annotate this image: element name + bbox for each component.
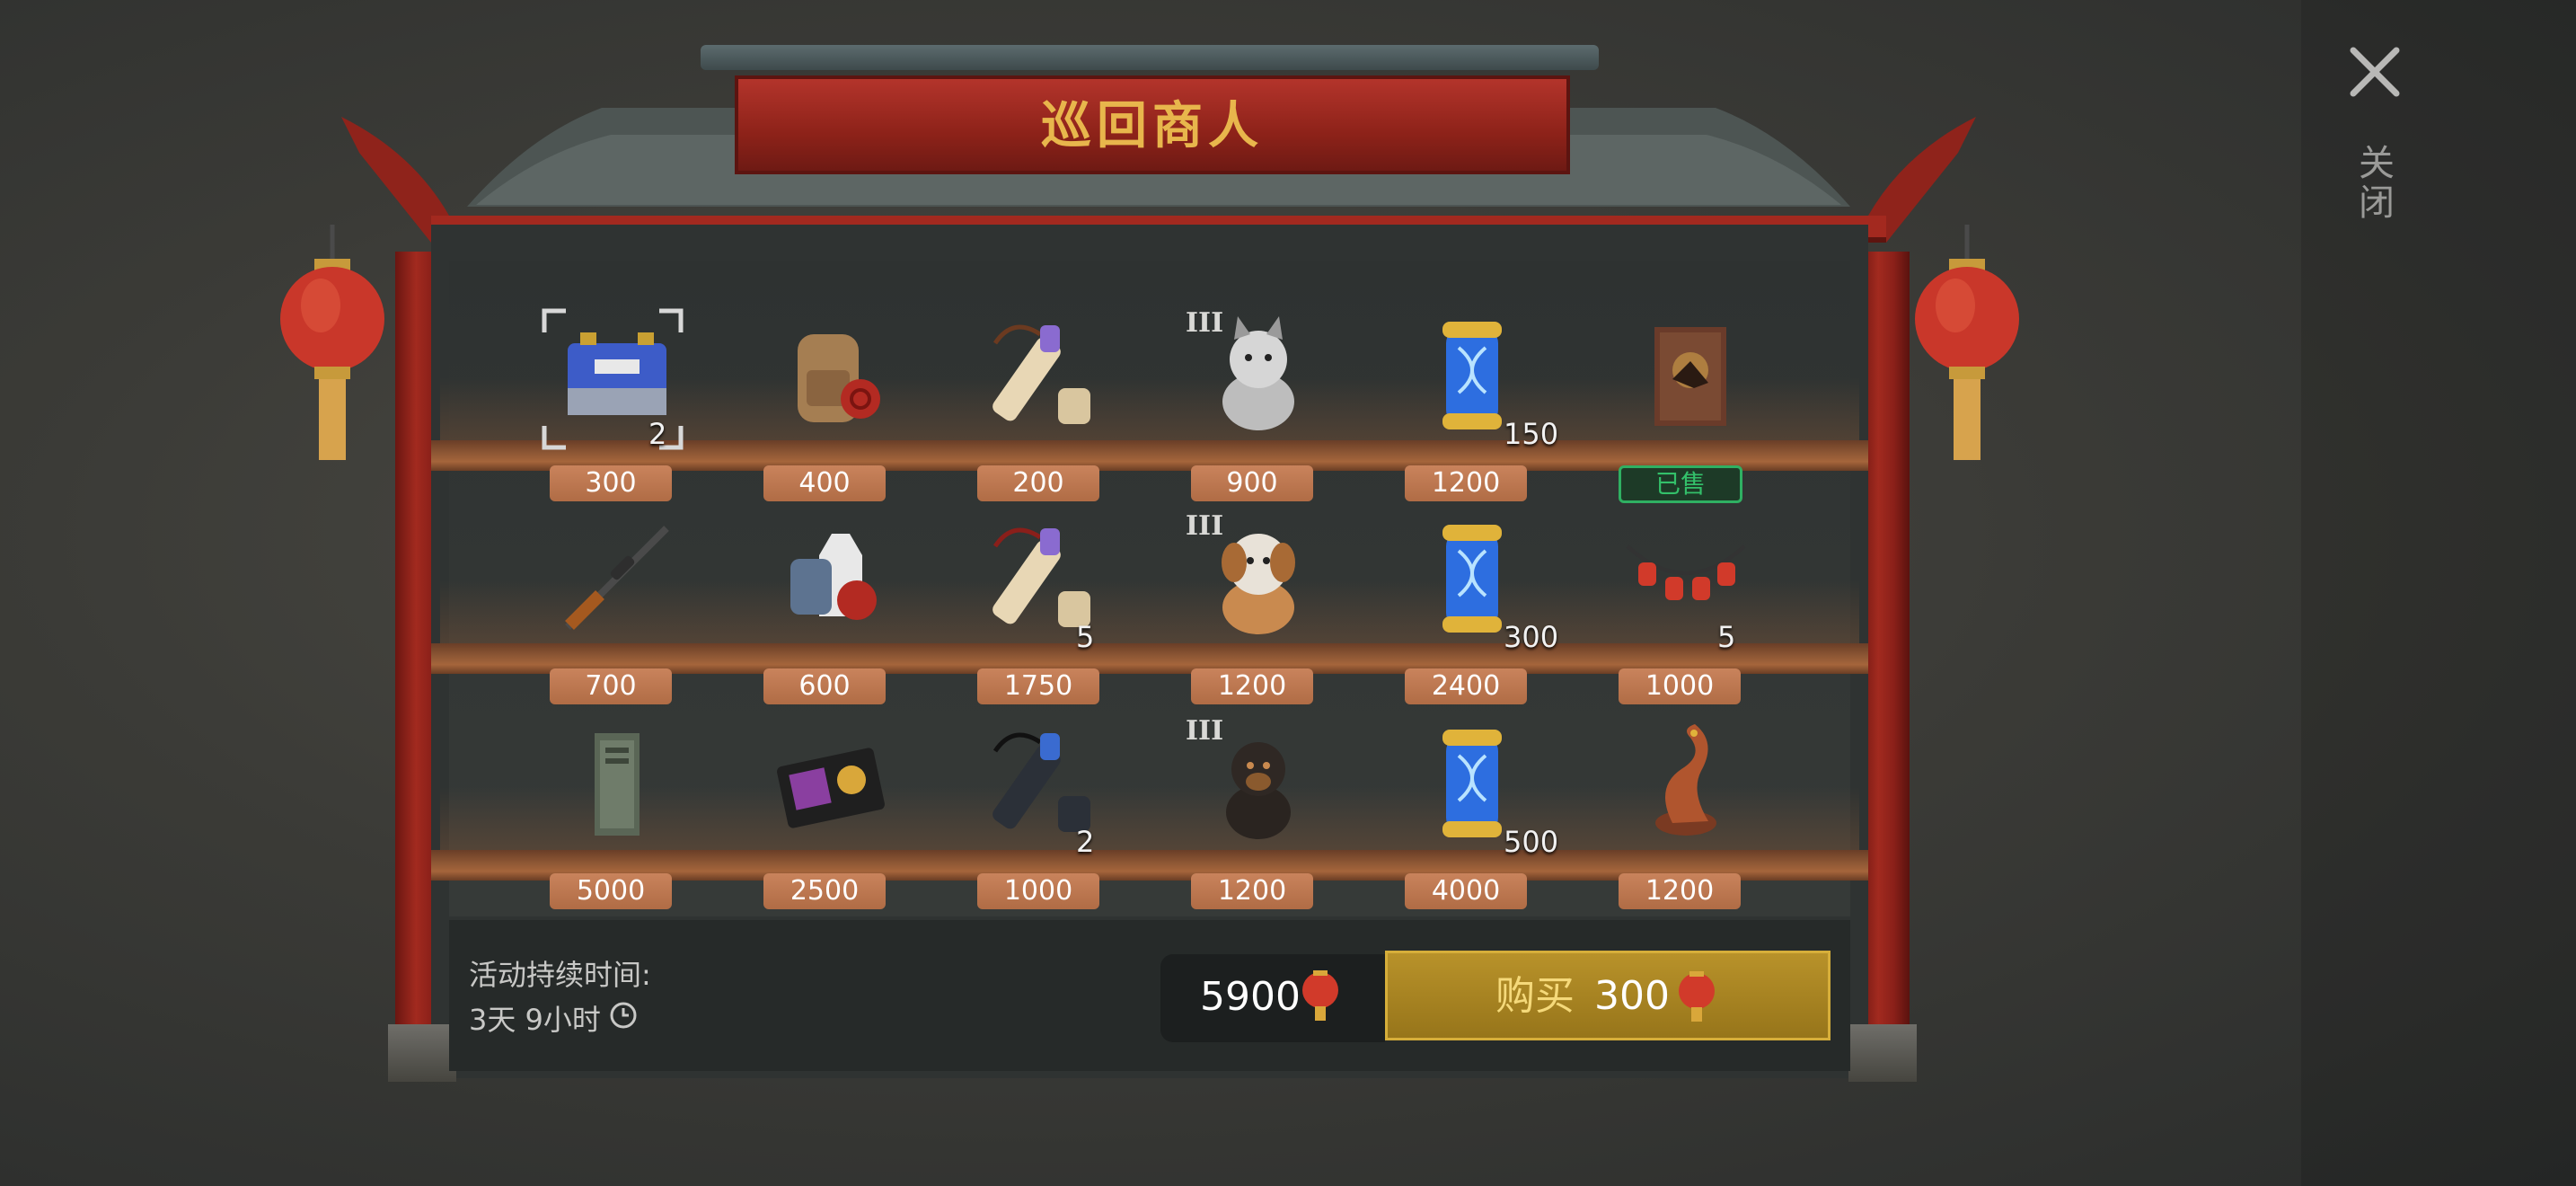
- sniper-rifle-icon: [565, 526, 669, 630]
- vest-icon: [790, 534, 877, 620]
- clock-icon: [610, 1002, 637, 1029]
- price-tag: 1200: [1619, 873, 1741, 909]
- shop-item-badge-wallet[interactable]: 2500: [728, 679, 943, 909]
- price-tag: 2500: [763, 873, 886, 909]
- shop-item-saint-bernard-puppy[interactable]: III 1200: [1155, 474, 1371, 704]
- event-duration-value: 3天 9小时: [469, 1003, 601, 1037]
- item-quantity: 5: [1076, 620, 1095, 654]
- backpack-icon: [798, 334, 880, 422]
- item-quantity: 5: [1717, 620, 1736, 654]
- item-quantity: 500: [1504, 825, 1559, 859]
- event-duration-label: 活动持续时间:: [469, 958, 651, 992]
- item-quantity: 2: [1076, 825, 1095, 859]
- shop-item-dark-scroll[interactable]: 2 1000: [941, 679, 1157, 909]
- shop-item-backpack[interactable]: 400: [728, 271, 943, 501]
- item-quantity: 150: [1504, 417, 1559, 451]
- right-pillar-base: [1848, 1024, 1917, 1082]
- shop-item-dna-capsule[interactable]: 300 2400: [1369, 474, 1584, 704]
- shop-item-lantern-string[interactable]: 5 1000: [1583, 474, 1798, 704]
- badge-wallet-icon: [777, 748, 885, 828]
- currency-balance: 5900: [1200, 974, 1301, 1020]
- buy-button-price: 300: [1594, 973, 1670, 1019]
- close-label: 关闭: [2352, 144, 2394, 223]
- shop-item-dna-capsule[interactable]: 150 1200: [1369, 271, 1584, 501]
- close-icon: [2350, 47, 2400, 97]
- scroll-icon: [992, 324, 1090, 424]
- locker-icon: [595, 733, 640, 836]
- price-tag: 4000: [1405, 873, 1527, 909]
- rottweiler-puppy-icon: [1226, 742, 1291, 839]
- price-tag: 5000: [550, 873, 672, 909]
- shop-item-scroll-bundle[interactable]: 5 1750: [941, 474, 1157, 704]
- husky-puppy-icon: [1222, 316, 1294, 430]
- item-quantity: 300: [1504, 620, 1559, 654]
- shop-item-scroll[interactable]: 200: [941, 271, 1157, 501]
- left-pillar-base: [388, 1024, 456, 1082]
- item-quantity: 2: [648, 417, 667, 451]
- lantern-currency-icon: [1679, 971, 1715, 1022]
- shop-item-dna-capsule[interactable]: 500 4000: [1369, 679, 1584, 909]
- shop-item-rottweiler-puppy[interactable]: III 1200: [1155, 679, 1371, 909]
- shop-item-battery[interactable]: 2 300: [514, 271, 729, 501]
- shop-item-locker[interactable]: 5000: [514, 679, 729, 909]
- price-tag: 1000: [977, 873, 1099, 909]
- title-bar-top: [701, 45, 1599, 70]
- buy-button[interactable]: 购买 300: [1385, 951, 1831, 1040]
- shop-item-husky-puppy[interactable]: III 900: [1155, 271, 1371, 501]
- buy-button-label: 购买: [1495, 973, 1575, 1019]
- saint-bernard-puppy-icon: [1222, 534, 1295, 634]
- lantern-currency-icon: [1302, 970, 1338, 1021]
- shop-item-sniper-rifle[interactable]: 700: [514, 474, 729, 704]
- price-tag: 1200: [1191, 873, 1313, 909]
- red-lantern-icon: [280, 225, 384, 460]
- shop-item-dragon-statue[interactable]: 1200: [1583, 679, 1798, 909]
- red-lantern-icon: [1915, 225, 2019, 460]
- page-title: 巡回商人: [1041, 97, 1264, 155]
- shop-item-vest[interactable]: 600: [728, 474, 943, 704]
- dragon-statue-icon: [1655, 724, 1716, 836]
- close-button[interactable]: 关闭: [2335, 36, 2416, 261]
- shop-item-poster[interactable]: 已售: [1583, 271, 1798, 503]
- poster-icon: [1654, 327, 1726, 426]
